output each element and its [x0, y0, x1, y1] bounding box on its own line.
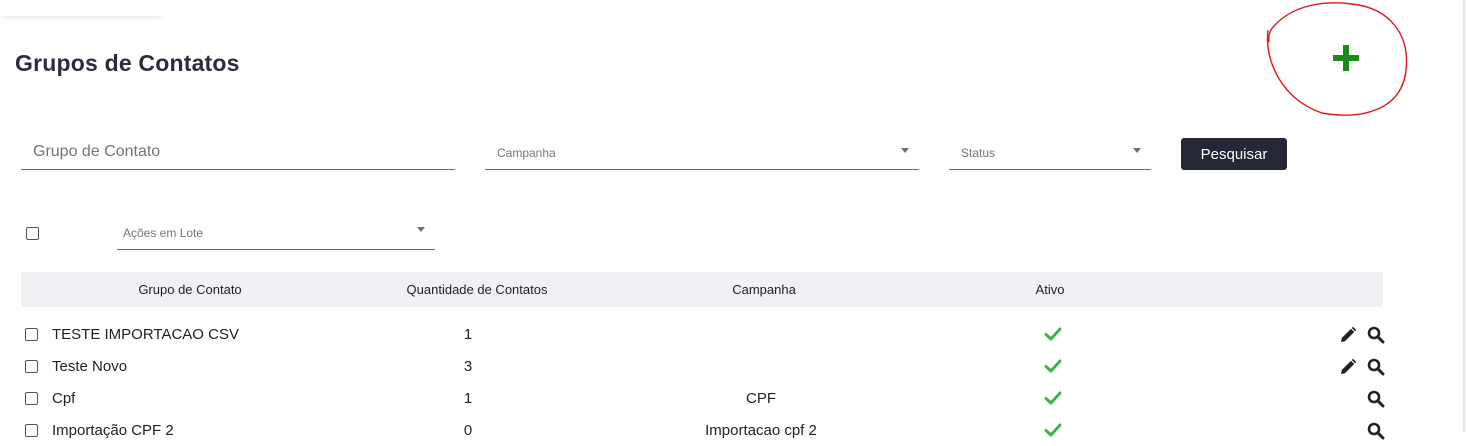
- table-row: Cpf 1 CPF: [0, 382, 1400, 414]
- check-icon: [1044, 327, 1062, 341]
- contact-count: 3: [463, 358, 473, 375]
- group-name: Teste Novo: [52, 358, 128, 375]
- group-name: TESTE IMPORTACAO CSV: [52, 326, 239, 343]
- window-right-border: [1463, 0, 1465, 431]
- bulk-actions-select[interactable]: Ações em Lote: [117, 214, 435, 250]
- row-checkbox[interactable]: [25, 328, 38, 341]
- column-header-campaign: Campanha: [732, 282, 796, 297]
- select-all-checkbox[interactable]: [26, 227, 39, 240]
- add-group-button[interactable]: [1328, 40, 1364, 76]
- pencil-icon[interactable]: [1339, 358, 1357, 376]
- table-header: Grupo de Contato Quantidade de Contatos …: [21, 272, 1383, 307]
- group-name: Cpf: [52, 390, 76, 407]
- search-icon[interactable]: [1367, 422, 1385, 440]
- column-header-group: Grupo de Contato: [138, 282, 242, 297]
- page-title: Grupos de Contatos: [15, 50, 240, 76]
- check-icon: [1044, 359, 1062, 373]
- status-select[interactable]: Status: [949, 134, 1151, 170]
- check-icon: [1044, 391, 1062, 405]
- table-row: Teste Novo 3: [0, 350, 1400, 382]
- table-row: Importação CPF 2 0 Importacao cpf 2: [0, 414, 1400, 446]
- status-select-label: Status: [961, 146, 996, 160]
- campaign-select-label: Campanha: [497, 146, 556, 160]
- caret-down-icon: [1133, 148, 1141, 153]
- check-icon: [1044, 423, 1062, 437]
- group-search-input[interactable]: [21, 134, 455, 169]
- search-icon[interactable]: [1367, 358, 1385, 376]
- column-header-active: Ativo: [1035, 282, 1065, 297]
- campaign-select[interactable]: Campanha: [485, 134, 919, 170]
- contact-count: 1: [463, 390, 473, 407]
- column-header-count: Quantidade de Contatos: [406, 282, 548, 297]
- search-icon[interactable]: [1367, 390, 1385, 408]
- pencil-icon[interactable]: [1339, 326, 1357, 344]
- bulk-actions-label: Ações em Lote: [123, 226, 204, 240]
- table-row: TESTE IMPORTACAO CSV 1: [0, 318, 1400, 350]
- top-nav-shadow: [0, 0, 165, 16]
- group-search-field: [21, 134, 455, 170]
- plus-icon: [1333, 45, 1359, 71]
- search-button[interactable]: Pesquisar: [1181, 138, 1287, 170]
- row-checkbox[interactable]: [25, 360, 38, 373]
- caret-down-icon: [417, 227, 425, 232]
- campaign-name: CPF: [746, 390, 776, 407]
- row-checkbox[interactable]: [25, 392, 38, 405]
- contact-count: 1: [463, 326, 473, 343]
- caret-down-icon: [901, 148, 909, 153]
- search-icon[interactable]: [1367, 326, 1385, 344]
